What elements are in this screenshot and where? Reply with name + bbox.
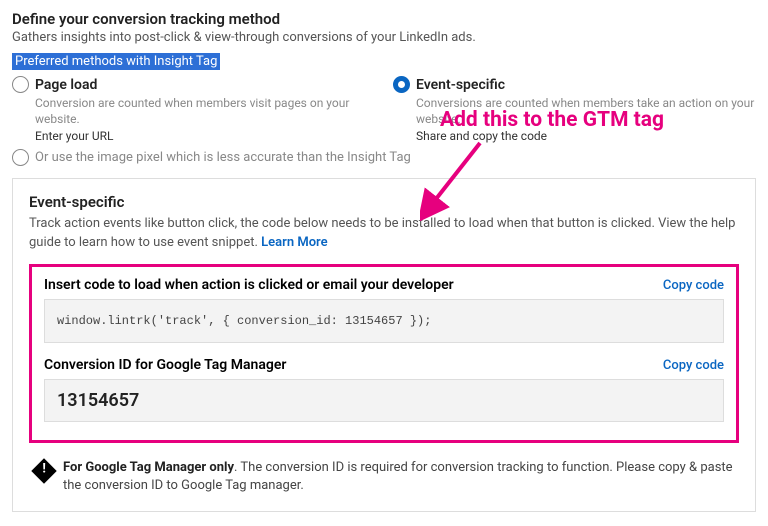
code-section-highlight: Insert code to load when action is click… xyxy=(29,264,739,443)
radio-eventspecific[interactable]: Event-specific xyxy=(393,76,756,93)
radio-imagepixel[interactable]: Or use the image pixel which is less acc… xyxy=(12,149,756,166)
method-pageload: Page load Conversion are counted when me… xyxy=(12,76,375,143)
panel-desc-text: Track action events like button click, t… xyxy=(29,216,735,249)
radio-label-eventspecific: Event-specific xyxy=(416,77,505,93)
snippet-label: Insert code to load when action is click… xyxy=(44,277,454,293)
radio-label-pageload: Page load xyxy=(35,77,97,93)
copy-snippet-button[interactable]: Copy code xyxy=(663,278,724,293)
conversion-id-box[interactable]: 13154657 xyxy=(44,379,724,422)
gtm-note-bold: For Google Tag Manager only xyxy=(63,460,234,475)
radio-pageload[interactable]: Page load xyxy=(12,76,375,93)
radio-icon xyxy=(393,76,410,93)
conversion-id-label: Conversion ID for Google Tag Manager xyxy=(44,357,286,373)
panel-title: Event-specific xyxy=(29,193,739,211)
panel-desc: Track action events like button click, t… xyxy=(29,215,739,251)
method-pageload-desc: Conversion are counted when members visi… xyxy=(35,95,375,127)
radio-icon xyxy=(12,149,29,166)
snippet-code-box[interactable]: window.lintrk('track', { conversion_id: … xyxy=(44,299,724,343)
method-eventspecific-hint: Share and copy the code xyxy=(416,129,756,143)
warning-icon xyxy=(31,458,56,483)
page-subtitle: Gathers insights into post-click & view-… xyxy=(12,30,756,45)
radio-icon xyxy=(12,76,29,93)
event-specific-panel: Event-specific Track action events like … xyxy=(12,178,756,512)
method-pageload-hint: Enter your URL xyxy=(35,129,375,143)
methods-row: Page load Conversion are counted when me… xyxy=(12,76,756,143)
learn-more-link[interactable]: Learn More xyxy=(261,235,327,250)
gtm-note: For Google Tag Manager only. The convers… xyxy=(29,459,739,495)
page-title: Define your conversion tracking method xyxy=(12,10,756,28)
preferred-methods-label: Preferred methods with Insight Tag xyxy=(12,53,220,70)
method-eventspecific-desc: Conversions are counted when members tak… xyxy=(416,95,756,127)
gtm-note-text: For Google Tag Manager only. The convers… xyxy=(63,459,733,495)
method-eventspecific: Event-specific Conversions are counted w… xyxy=(393,76,756,143)
copy-id-button[interactable]: Copy code xyxy=(663,358,724,373)
radio-label-imagepixel: Or use the image pixel which is less acc… xyxy=(35,150,411,165)
